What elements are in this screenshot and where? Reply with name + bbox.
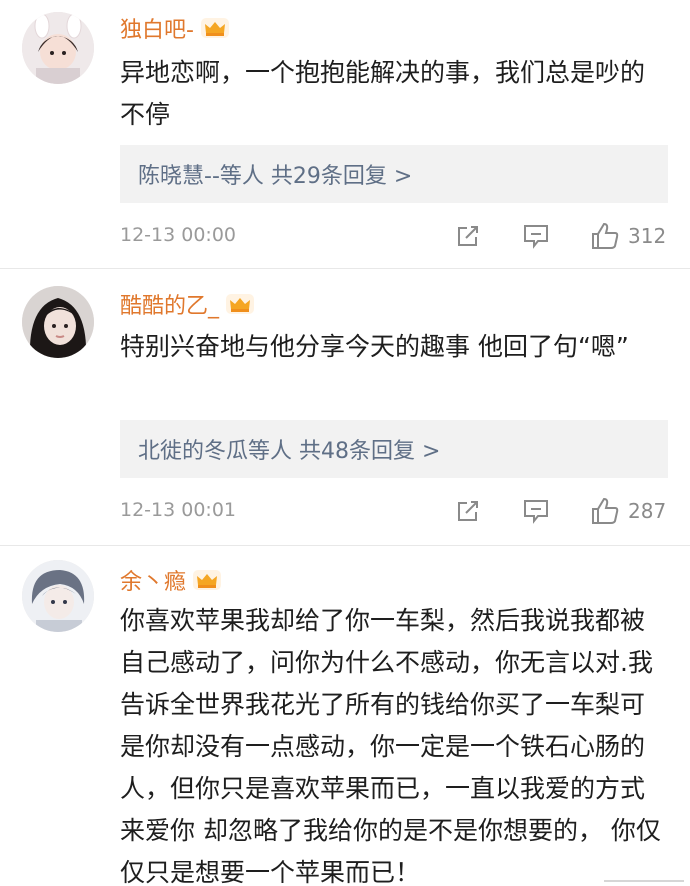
avatar[interactable] — [22, 12, 94, 84]
share-button[interactable] — [455, 495, 481, 527]
comment-text: 特别兴奋地与他分享今天的趣事 他回了句“嗯” — [120, 332, 629, 361]
username-text: 独白吧- — [120, 18, 194, 43]
like-button[interactable]: 312 — [590, 220, 666, 252]
timestamp: 12-13 00:01 — [120, 499, 237, 521]
watermark-strip — [600, 876, 688, 886]
username-text: 余丶瘾 — [120, 570, 187, 595]
username[interactable]: 酷酷的乙_ — [120, 288, 255, 320]
comment-meta: 12-13 00:00 312 — [120, 220, 670, 252]
reply-summary-text: 北徙的冬瓜等人 共48条回复 > — [138, 439, 441, 464]
thumbs-up-icon — [592, 497, 619, 524]
divider — [0, 545, 690, 546]
username-text: 酷酷的乙_ — [120, 294, 220, 319]
comment-button[interactable] — [522, 495, 550, 527]
like-button[interactable]: 287 — [590, 495, 666, 527]
like-count: 312 — [628, 224, 667, 248]
comment-text: 异地恋啊，一个抱抱能解决的事，我们总是吵的不停 — [120, 58, 646, 129]
comment-text: 你喜欢苹果我却给了你一车梨，然后我说我都被自己感动了，问你为什么不感动，你无言以… — [120, 606, 661, 886]
crown-icon — [200, 18, 229, 38]
username[interactable]: 余丶瘾 — [120, 564, 222, 596]
avatar[interactable] — [22, 286, 94, 358]
reply-summary-link[interactable]: 北徙的冬瓜等人 共48条回复 > — [120, 420, 668, 478]
share-icon — [458, 501, 478, 521]
divider — [0, 268, 690, 269]
avatar[interactable] — [22, 560, 94, 632]
crown-icon — [226, 294, 255, 314]
reply-summary-link[interactable]: 陈晓慧--等人 共29条回复 > — [120, 145, 668, 203]
username[interactable]: 独白吧- — [120, 12, 230, 44]
timestamp: 12-13 00:00 — [120, 224, 237, 246]
share-button[interactable] — [455, 220, 481, 252]
share-icon — [458, 226, 478, 246]
comment-meta: 12-13 00:01 287 — [120, 495, 670, 527]
thumbs-up-icon — [592, 222, 619, 249]
comment-button[interactable] — [522, 220, 550, 252]
like-count: 287 — [628, 499, 667, 523]
comment-icon — [524, 500, 548, 524]
reply-summary-text: 陈晓慧--等人 共29条回复 > — [138, 164, 413, 189]
crown-icon — [193, 570, 222, 590]
comment-icon — [524, 225, 548, 249]
